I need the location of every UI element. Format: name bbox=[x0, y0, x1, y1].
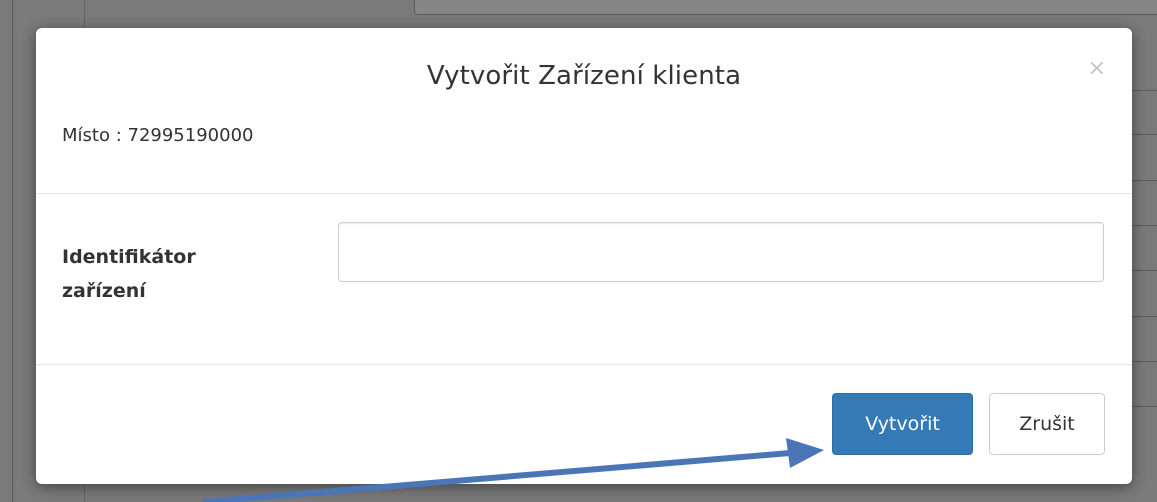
background-row-line bbox=[1131, 180, 1157, 181]
dialog-header: Vytvořit Zařízení klienta × Místo : 7299… bbox=[36, 28, 1132, 194]
close-icon[interactable]: × bbox=[1088, 58, 1106, 80]
place-label: Místo bbox=[62, 125, 110, 146]
place-info: Místo : 72995190000 bbox=[62, 125, 253, 146]
background-row-line bbox=[1131, 361, 1157, 362]
dialog-body: Identifikátor zařízení bbox=[36, 194, 1132, 365]
device-id-label: Identifikátor zařízení bbox=[62, 246, 196, 302]
place-separator: : bbox=[109, 125, 128, 146]
background-row-line bbox=[1131, 406, 1157, 407]
create-button[interactable]: Vytvořit bbox=[832, 393, 973, 455]
background-frame-line bbox=[12, 0, 13, 502]
background-row-line bbox=[1131, 90, 1157, 91]
cancel-button[interactable]: Zrušit bbox=[989, 393, 1105, 455]
device-id-input[interactable] bbox=[338, 222, 1104, 282]
background-row-line bbox=[1131, 316, 1157, 317]
background-row-line bbox=[1131, 225, 1157, 226]
dialog-title: Vytvořit Zařízení klienta bbox=[426, 61, 742, 91]
background-row-line bbox=[1131, 134, 1157, 135]
create-device-dialog: Vytvořit Zařízení klienta × Místo : 7299… bbox=[36, 28, 1132, 484]
background-panel bbox=[414, 0, 1157, 15]
background-row-line bbox=[1131, 270, 1157, 271]
place-value: 72995190000 bbox=[127, 125, 254, 146]
dialog-footer: Vytvořit Zrušit bbox=[36, 365, 1132, 484]
